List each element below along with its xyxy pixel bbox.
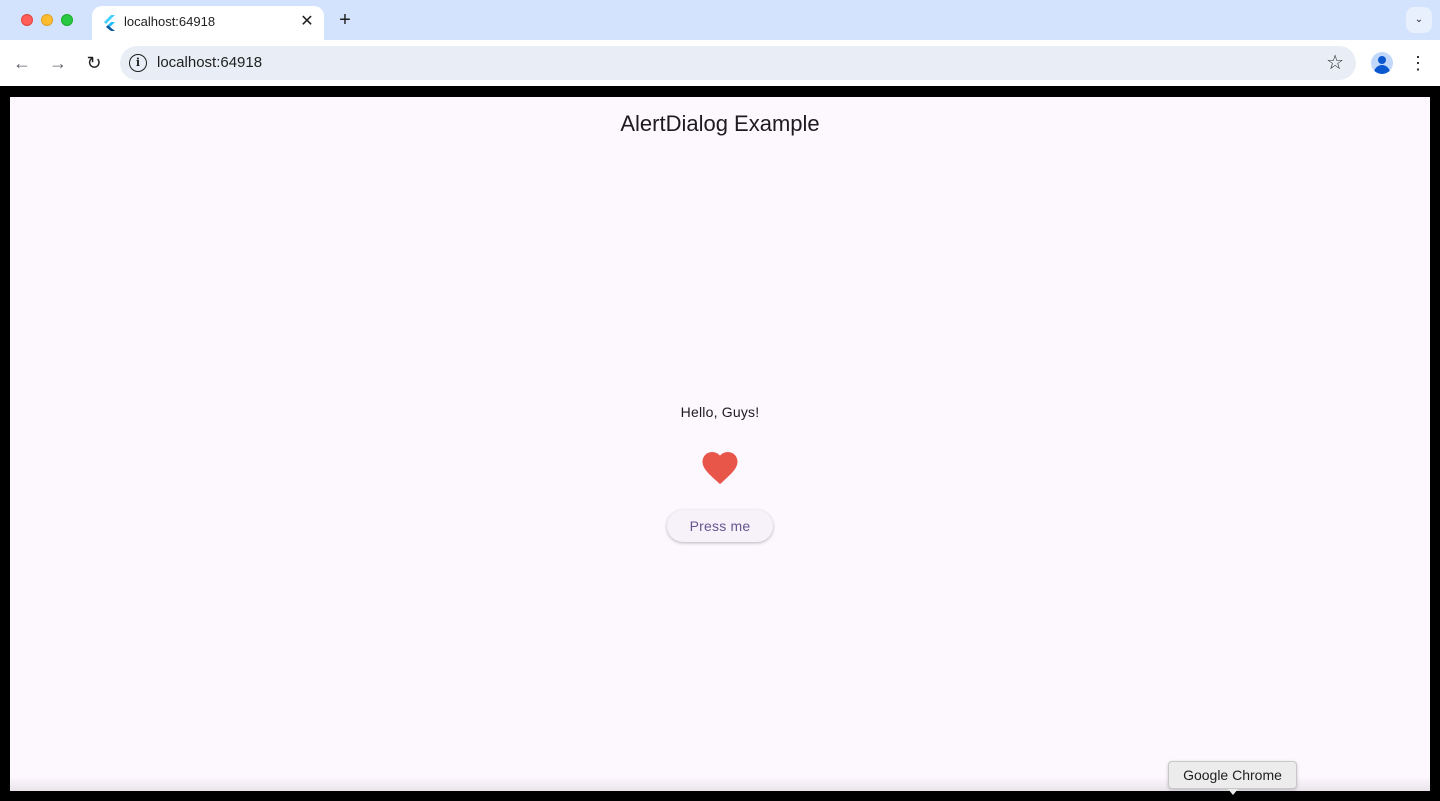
press-me-button[interactable]: Press me [667,510,773,542]
page-title: AlertDialog Example [620,111,820,136]
site-info-icon[interactable]: i [129,54,147,72]
greeting-text: Hello, Guys! [680,404,760,420]
tooltip-arrow [1228,789,1238,795]
close-tab-icon[interactable]: ✕ [298,13,316,31]
browser-tab[interactable]: localhost:64918 ✕ [92,6,324,40]
flutter-icon [104,15,115,31]
browser-window: localhost:64918 ✕ + ⌄ ← → ↻ i localhost:… [0,0,1440,801]
tooltip: Google Chrome [1168,761,1297,789]
forward-arrow-icon[interactable]: → [46,51,70,75]
bookmark-star-icon[interactable]: ☆ [1326,51,1344,75]
maximize-window-button[interactable] [61,14,73,26]
reload-icon[interactable]: ↻ [82,51,106,75]
minimize-window-button[interactable] [41,14,53,26]
tab-title: localhost:64918 [124,14,216,29]
profile-icon[interactable] [1371,52,1393,74]
tab-search-icon[interactable]: ⌄ [1406,7,1432,33]
browser-toolbar: ← → ↻ i localhost:64918 ☆ ⋮ [0,40,1440,86]
heart-icon [702,452,738,485]
page-viewport: AlertDialog Example Hello, Guys! Press m… [10,97,1430,791]
close-window-button[interactable] [21,14,33,26]
more-menu-icon[interactable]: ⋮ [1408,51,1428,75]
new-tab-icon[interactable]: + [334,9,356,31]
back-arrow-icon[interactable]: ← [10,51,34,75]
address-url[interactable]: localhost:64918 [157,54,262,71]
tab-strip: localhost:64918 ✕ + ⌄ [0,0,1440,40]
address-bar[interactable]: i localhost:64918 ☆ [120,46,1356,80]
